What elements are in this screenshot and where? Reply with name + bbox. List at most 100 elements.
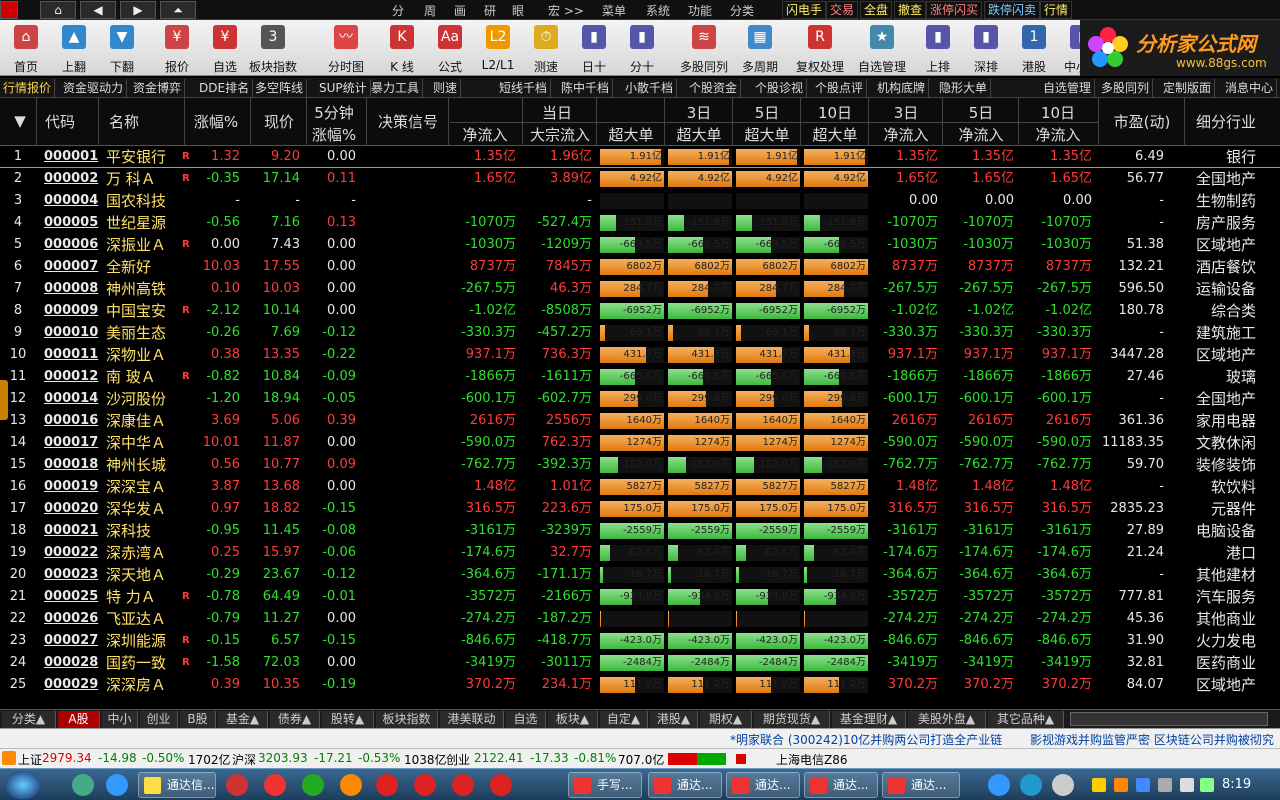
taskbar-item-5[interactable]: 通达...	[804, 772, 878, 798]
tab-5[interactable]: SUP统计	[316, 79, 371, 97]
quick-button-4[interactable]: 涨停闪买	[926, 1, 983, 19]
table-row[interactable]: 18 000021 深科技 -0.95 11.45 -0.08 -3161万 -3239万 -2…	[0, 520, 1280, 542]
tab-11[interactable]: 个股资金	[686, 79, 742, 97]
toolbar-button-15[interactable]: R 复权处理	[796, 20, 844, 76]
toolbar-button-4[interactable]: ¥ 自选	[201, 20, 249, 76]
toolbar-button-17[interactable]: ▮ 上排	[914, 20, 962, 76]
bottom-tab-5[interactable]: 基金▲	[218, 711, 268, 728]
table-row[interactable]: 6 000007 全新好 10.03 17.55 0.00 8737万 7845万 6802万 6…	[0, 256, 1280, 278]
quicklaunch-icon-8[interactable]	[452, 774, 474, 796]
quick-button-2[interactable]: 全盘	[860, 1, 893, 19]
tray-app-icon-2[interactable]	[1020, 774, 1042, 796]
table-row[interactable]: 8 000009 中国宝安 R -2.12 10.14 0.00 -1.02亿 -8508万 -6…	[0, 300, 1280, 322]
tab-17[interactable]: 多股同列	[1098, 79, 1154, 97]
col-price[interactable]: 现价	[254, 111, 304, 132]
toolbar-button-6[interactable]: 〰分时图	[322, 20, 370, 76]
quicklaunch-icon-9[interactable]	[490, 774, 512, 796]
table-row[interactable]: 10 000011 深物业Ａ 0.38 13.35 -0.22 937.1万 736.3万 43…	[0, 344, 1280, 366]
col-net-in[interactable]: 净流入	[450, 124, 520, 145]
col-industry[interactable]: 细分行业	[1186, 111, 1266, 132]
bottom-tab-14[interactable]: 期权▲	[700, 711, 752, 728]
bottom-tab-16[interactable]: 基金理财▲	[832, 711, 906, 728]
quick-button-1[interactable]: 交易	[826, 1, 859, 19]
toolbar-button-16[interactable]: ★ 自选管理	[858, 20, 906, 76]
col-pe[interactable]: 市盈(动)	[1100, 111, 1184, 132]
table-row[interactable]: 3 000004 国农科技 - - - - 0.00 0.00 0.00 - 生物制药	[0, 190, 1280, 212]
table-row[interactable]: 16 000019 深深宝Ａ 3.87 13.68 0.00 1.48亿 1.01亿 5827万…	[0, 476, 1280, 498]
table-row[interactable]: 13 000016 深康佳Ａ 3.69 5.06 0.39 2616万 2556万 1640万 1…	[0, 410, 1280, 432]
quick-button-0[interactable]: 闪电手	[782, 1, 827, 19]
toolbar-button-8[interactable]: Aa 公式	[426, 20, 474, 76]
quicklaunch-icon-4[interactable]	[302, 774, 324, 796]
quicklaunch-icon-1[interactable]	[72, 774, 94, 796]
quicklaunch-icon-6[interactable]	[376, 774, 398, 796]
toolbar-button-7[interactable]: KK 线	[378, 20, 426, 76]
horizontal-scrollbar[interactable]	[1070, 712, 1268, 726]
top-menu-9[interactable]: 分类	[730, 2, 754, 19]
tray-expand-icon[interactable]	[1158, 778, 1172, 792]
table-row[interactable]: 24 000028 国药一致 R -1.58 72.03 0.00 -3419万 -3011万 -…	[0, 652, 1280, 674]
col-signal[interactable]: 决策信号	[368, 111, 448, 132]
col-code[interactable]: 代码	[40, 111, 80, 132]
collapse-button[interactable]: ⏶	[160, 1, 196, 19]
toolbar-button-10[interactable]: ⏱ 测速	[522, 20, 570, 76]
toolbar-button-1[interactable]: ▲ 上翻	[50, 20, 98, 76]
table-row[interactable]: 12 000014 沙河股份 -1.20 18.94 -0.05 -600.1万 -602.7…	[0, 388, 1280, 410]
bottom-tab-15[interactable]: 期货现货▲	[754, 711, 830, 728]
table-row[interactable]: 4 000005 世纪星源 -0.56 7.16 0.13 -1070万 -527.4万 -15…	[0, 212, 1280, 234]
start-button[interactable]	[6, 771, 40, 799]
bottom-tab-4[interactable]: B股	[180, 711, 216, 728]
top-menu-0[interactable]: 分	[392, 2, 404, 19]
server-label[interactable]: 上海电信Z86	[776, 751, 848, 768]
table-row[interactable]: 14 000017 深中华Ａ 10.01 11.87 0.00 -590.0万 762.3万 1…	[0, 432, 1280, 454]
table-row[interactable]: 25 000029 深深房Ａ 0.39 10.35 -0.19 370.2万 234.1万 11…	[0, 674, 1280, 696]
col-super-today[interactable]: 超大单	[598, 124, 664, 145]
tab-3[interactable]: DDE排名	[196, 79, 254, 97]
news-headline-1[interactable]: *明家联合 (300242)10亿并购两公司打造全产业链	[730, 731, 1002, 748]
top-menu-2[interactable]: 画	[454, 2, 466, 19]
taskbar-item-6[interactable]: 通达...	[882, 772, 960, 798]
tab-7[interactable]: 则速	[430, 79, 462, 97]
tab-13[interactable]: 个股点评	[812, 79, 868, 97]
bottom-tab-13[interactable]: 港股▲	[650, 711, 698, 728]
table-row[interactable]: 11 000012 南 玻Ａ R -0.82 10.84 -0.09 -1866万 -1611万…	[0, 366, 1280, 388]
col-super-3d[interactable]: 超大单	[666, 124, 732, 145]
home-nav-button[interactable]: ⌂	[40, 1, 76, 19]
table-row[interactable]: 19 000022 深赤湾Ａ 0.25 15.97 -0.06 -174.6万 32.7万 -6…	[0, 542, 1280, 564]
col-net-10d[interactable]: 净流入	[1020, 124, 1096, 145]
tab-2[interactable]: 资金博弈	[130, 79, 186, 97]
table-row[interactable]: 23 000027 深圳能源 R -0.15 6.57 -0.15 -846.6万 -418.7…	[0, 630, 1280, 652]
tab-0[interactable]: 行情报价	[0, 79, 56, 97]
bottom-tab-18[interactable]: 其它品种▲	[988, 711, 1064, 728]
tray-app-icon-3[interactable]	[1052, 774, 1074, 796]
bottom-tab-11[interactable]: 板块▲	[548, 711, 598, 728]
quicklaunch-icon-2[interactable]	[226, 774, 248, 796]
toolbar-button-14[interactable]: ▦ 多周期	[736, 20, 784, 76]
table-row[interactable]: 7 000008 神州高铁 0.10 10.03 0.00 -267.5万 46.3万 284.…	[0, 278, 1280, 300]
col-name[interactable]: 名称	[100, 111, 148, 132]
toolbar-button-11[interactable]: ▮ 日十	[570, 20, 618, 76]
toolbar-button-2[interactable]: ▼ 下翻	[98, 20, 146, 76]
tab-10[interactable]: 小散千档	[622, 79, 678, 97]
taskbar-item-1[interactable]: 通达信...	[138, 772, 216, 798]
tab-15[interactable]: 隐形大单	[936, 79, 992, 97]
taskbar-item-4[interactable]: 通达...	[726, 772, 800, 798]
bottom-tab-0[interactable]: 分类▲	[2, 711, 56, 728]
toolbar-button-12[interactable]: ▮ 分十	[618, 20, 666, 76]
tab-4[interactable]: 多空阵线	[252, 79, 308, 97]
tab-6[interactable]: 暴力工具	[368, 79, 424, 97]
news-headline-2[interactable]: 影视游戏并购监管严密 区块链公司并购被彻究	[1030, 731, 1274, 748]
col-change[interactable]: 涨幅%	[188, 111, 244, 132]
toolbar-button-0[interactable]: ⌂ 首页	[2, 20, 50, 76]
clock[interactable]: 8:19	[1222, 777, 1251, 792]
col-net-5d[interactable]: 净流入	[944, 124, 1018, 145]
col-super-10d[interactable]: 超大单	[802, 124, 868, 145]
alert-icon[interactable]	[2, 751, 16, 765]
bottom-tab-6[interactable]: 债券▲	[270, 711, 320, 728]
table-row[interactable]: 15 000018 神州长城 0.56 10.77 0.09 -762.7万 -392.3万 -…	[0, 454, 1280, 476]
table-row[interactable]: 1 000001 平安银行 R 1.32 9.20 0.00 1.35亿 1.96亿 1.91亿 1…	[0, 146, 1280, 168]
tray-app-icon-1[interactable]	[988, 774, 1010, 796]
top-menu-4[interactable]: 眼	[512, 2, 524, 19]
quick-button-6[interactable]: 行情	[1040, 1, 1073, 19]
tab-19[interactable]: 消息中心	[1222, 79, 1278, 97]
